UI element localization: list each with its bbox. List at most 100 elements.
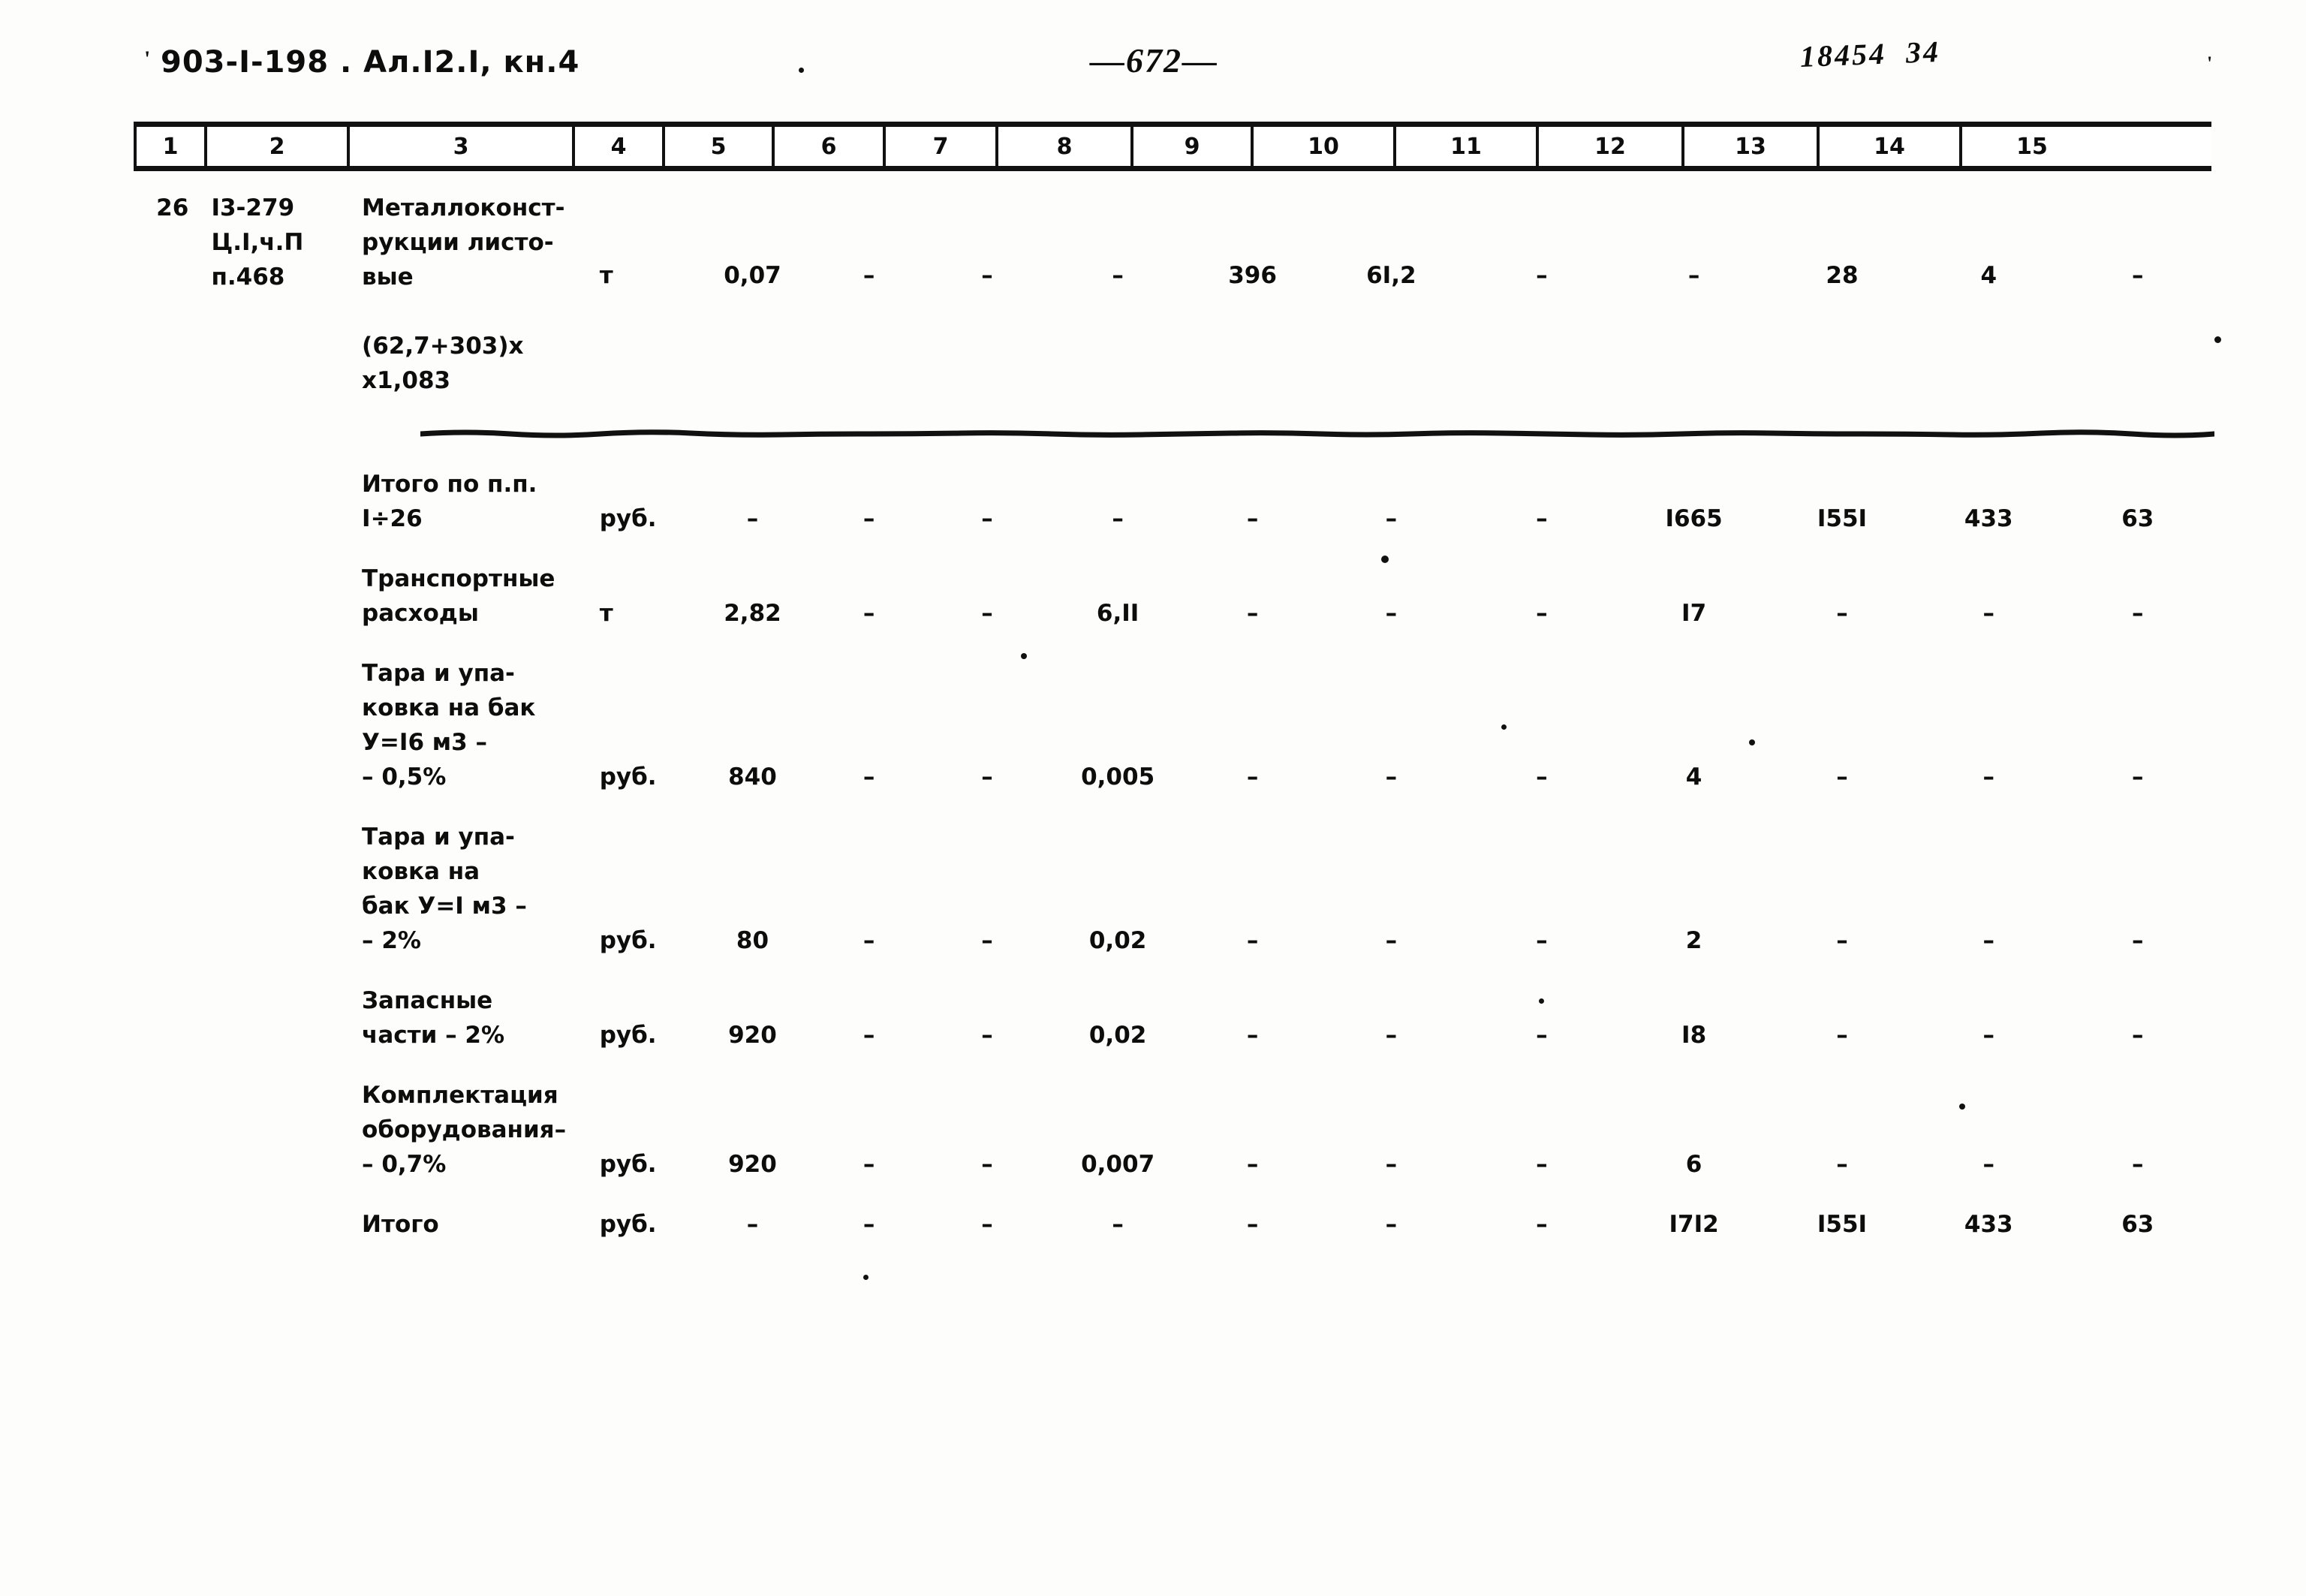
- row-spacer-cell: [134, 1242, 2211, 1267]
- cell-col-10: –: [1385, 763, 1398, 790]
- corner-tick-mark: ': [2207, 53, 2213, 74]
- column-header-9: 9: [1133, 127, 1254, 166]
- table-row: Итого руб. – – – – – – – I7I2 I55I 433 63: [134, 1207, 2211, 1242]
- cell-col-6: –: [862, 505, 875, 532]
- scan-speck: [1501, 724, 1507, 730]
- cell-code: [211, 562, 362, 631]
- cell-description: Транспортные расходы: [362, 565, 555, 627]
- cell-col-8: 0,005: [1081, 763, 1155, 790]
- table-row: Транспортные расходы т 2,82 – – 6,II – – – I7 – – –: [134, 562, 2211, 631]
- cell-unit: т: [599, 262, 613, 289]
- cell-description: Итого: [362, 1211, 439, 1238]
- cell-col-15: –: [2132, 927, 2144, 954]
- row-spacer-cell: [134, 536, 2211, 562]
- table-row: Комплектация оборудования– – 0,7% руб. 920…: [134, 1078, 2211, 1182]
- cell-position-number: [134, 820, 211, 958]
- cell-col-7: –: [981, 600, 993, 627]
- cell-col-9: –: [1246, 1211, 1259, 1238]
- cell-col-5: 920: [728, 1151, 777, 1178]
- cell-col-9: –: [1246, 600, 1259, 627]
- cell-col-11: –: [1536, 1022, 1548, 1049]
- cell-col-6: –: [862, 1151, 875, 1178]
- cell-col-12: 4: [1685, 763, 1702, 790]
- cell-col-14: 433: [1964, 505, 2013, 532]
- cell-col-12: 2: [1685, 927, 1702, 954]
- column-header-7: 7: [886, 127, 998, 166]
- cell-col-5: –: [746, 505, 759, 532]
- cell-col-14: –: [1982, 1151, 1995, 1178]
- row-spacer: [134, 794, 2211, 820]
- cell-col-10: –: [1385, 1151, 1398, 1178]
- column-header-3: 3: [350, 127, 575, 166]
- cell-col-5: 0,07: [724, 262, 781, 289]
- cell-col-9: –: [1246, 1022, 1259, 1049]
- cell-col-8: 6,II: [1096, 600, 1139, 627]
- table-row: Итого по п.п. I÷26 руб. – – – – – – – I665 I55I 433…: [134, 467, 2211, 536]
- cell-col-14: –: [1982, 1022, 1995, 1049]
- cell-col-14: –: [1982, 763, 1995, 790]
- cell-col-15: –: [2132, 262, 2144, 289]
- cell-col-5: 840: [728, 763, 777, 790]
- archive-stamp-number: 18454 34: [1799, 34, 1941, 74]
- cell-unit: руб.: [599, 1151, 657, 1178]
- table-row: Запасные части – 2% руб. 920 – – 0,02 – – – I8 – – –: [134, 983, 2211, 1052]
- cell-col-5: 2,82: [724, 600, 781, 627]
- scan-speck: [1959, 1104, 1965, 1110]
- cell-col-11: –: [1536, 600, 1548, 627]
- cell-col-6: –: [862, 927, 875, 954]
- cell-unit: руб.: [599, 763, 657, 790]
- column-header-2: 2: [207, 127, 350, 166]
- cell-unit: т: [599, 600, 613, 627]
- cell-col-15: –: [2132, 1151, 2144, 1178]
- cell-col-11: –: [1536, 505, 1548, 532]
- cell-col-7: –: [981, 927, 993, 954]
- cell-position-number: 26: [156, 194, 189, 221]
- cell-col-8: 0,007: [1081, 1151, 1155, 1178]
- cell-col-8: 0,02: [1088, 927, 1147, 954]
- scan-speck: [1749, 739, 1755, 745]
- cell-col-10: –: [1385, 600, 1398, 627]
- cell-col-13: –: [1836, 1151, 1848, 1178]
- cell-description: Комплектация оборудования– – 0,7%: [362, 1082, 567, 1178]
- cell-col-10: –: [1385, 1022, 1398, 1049]
- cell-col-8: –: [1112, 1211, 1124, 1238]
- cell-col-15: –: [2132, 1022, 2144, 1049]
- cell-description: Металлоконст- рукции листо- вые (62,7+30…: [362, 194, 565, 394]
- cell-unit: руб.: [599, 505, 657, 532]
- row-spacer-cell: [134, 1052, 2211, 1078]
- cell-col-14: 433: [1964, 1211, 2013, 1238]
- cell-col-12: I7I2: [1669, 1211, 1719, 1238]
- row-spacer: [134, 631, 2211, 656]
- cell-col-14: –: [1982, 927, 1995, 954]
- cell-col-15: 63: [2121, 505, 2154, 532]
- cell-code: [211, 656, 362, 794]
- cell-col-11: –: [1536, 763, 1548, 790]
- cell-col-11: –: [1536, 262, 1548, 289]
- column-header-11: 11: [1396, 127, 1539, 166]
- column-header-10: 10: [1254, 127, 1396, 166]
- scan-speck: [863, 1275, 869, 1280]
- cell-col-9: –: [1246, 763, 1259, 790]
- cell-col-7: –: [981, 505, 993, 532]
- column-number-band: 1 2 3 4 5 6 7 8 9 10 11 12 13 14 15: [134, 122, 2211, 171]
- cell-col-12: –: [1687, 262, 1700, 289]
- cell-col-9: –: [1246, 505, 1259, 532]
- cell-code: [211, 1078, 362, 1182]
- cell-col-12: I665: [1665, 505, 1723, 532]
- cell-col-5: 80: [736, 927, 769, 954]
- cell-col-6: –: [862, 1022, 875, 1049]
- cell-col-5: –: [746, 1211, 759, 1238]
- cell-col-13: 28: [1826, 262, 1859, 289]
- cell-col-12: I8: [1681, 1022, 1707, 1049]
- scan-speck: [2214, 336, 2221, 343]
- column-header-4: 4: [575, 127, 665, 166]
- column-header-1: 1: [134, 127, 207, 166]
- row-spacer: [134, 958, 2211, 983]
- column-header-5: 5: [665, 127, 775, 166]
- cell-col-7: –: [981, 262, 993, 289]
- cell-col-13: –: [1836, 1022, 1848, 1049]
- cell-position-number: [134, 656, 211, 794]
- cell-col-11: –: [1536, 1211, 1548, 1238]
- scan-speck: [1021, 653, 1027, 659]
- cell-unit: руб.: [599, 1022, 657, 1049]
